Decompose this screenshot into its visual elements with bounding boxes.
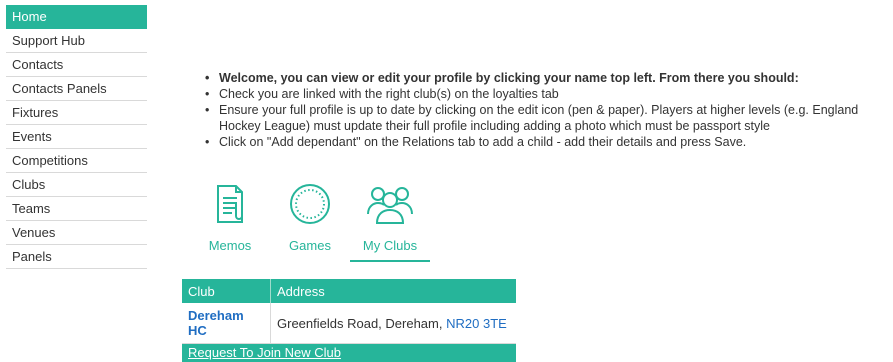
sidebar-item-support-hub[interactable]: Support Hub [6, 29, 147, 53]
table-header-row: Club Address [182, 279, 516, 303]
sidebar-item-venues[interactable]: Venues [6, 221, 147, 245]
welcome-instructions: Welcome, you can view or edit your profi… [205, 70, 893, 150]
sidebar-item-contacts[interactable]: Contacts [6, 53, 147, 77]
sidebar-item-home[interactable]: Home [6, 5, 147, 29]
address-cell: Greenfields Road, Dereham, NR20 3TE [270, 303, 516, 344]
instruction-item: Check you are linked with the right club… [205, 86, 893, 102]
column-header-club: Club [182, 279, 271, 303]
sidebar-item-fixtures[interactable]: Fixtures [6, 101, 147, 125]
address-text: Greenfields Road, Dereham, [277, 315, 443, 331]
tile-label: My Clubs [362, 238, 418, 253]
sidebar-item-panels[interactable]: Panels [6, 245, 147, 269]
sidebar-item-competitions[interactable]: Competitions [6, 149, 147, 173]
sidebar-nav: Home Support Hub Contacts Contacts Panel… [6, 5, 147, 269]
active-tile-indicator [350, 260, 430, 262]
club-link[interactable]: Dereham HC [188, 308, 244, 338]
clubs-table: Club Address Dereham HC Greenfields Road… [182, 279, 516, 344]
instruction-item: Ensure your full profile is up to date b… [205, 102, 893, 134]
tile-memos[interactable]: Memos [190, 180, 270, 253]
join-club-bar: Request To Join New Club [182, 344, 516, 362]
request-join-club-link[interactable]: Request To Join New Club [182, 345, 341, 360]
column-header-address: Address [270, 279, 516, 303]
instruction-item: Click on "Add dependant" on the Relation… [205, 134, 893, 150]
sidebar-item-events[interactable]: Events [6, 125, 147, 149]
sidebar-item-contacts-panels[interactable]: Contacts Panels [6, 77, 147, 101]
tile-label: Games [289, 238, 331, 253]
table-row: Dereham HC Greenfields Road, Dereham, NR… [182, 303, 516, 344]
ball-icon [290, 184, 330, 224]
sidebar-item-clubs[interactable]: Clubs [6, 173, 147, 197]
tile-games[interactable]: Games [270, 180, 350, 253]
memo-icon [217, 185, 243, 223]
postcode-link[interactable]: NR20 3TE [446, 316, 507, 331]
tile-my-clubs[interactable]: My Clubs [350, 180, 430, 253]
group-icon [367, 187, 413, 224]
tile-label: Memos [208, 238, 252, 253]
dashboard-tiles: Memos Games My Clubs [190, 180, 450, 264]
welcome-heading: Welcome, you can view or edit your profi… [205, 70, 893, 86]
sidebar-item-teams[interactable]: Teams [6, 197, 147, 221]
club-cell: Dereham HC [182, 303, 271, 344]
